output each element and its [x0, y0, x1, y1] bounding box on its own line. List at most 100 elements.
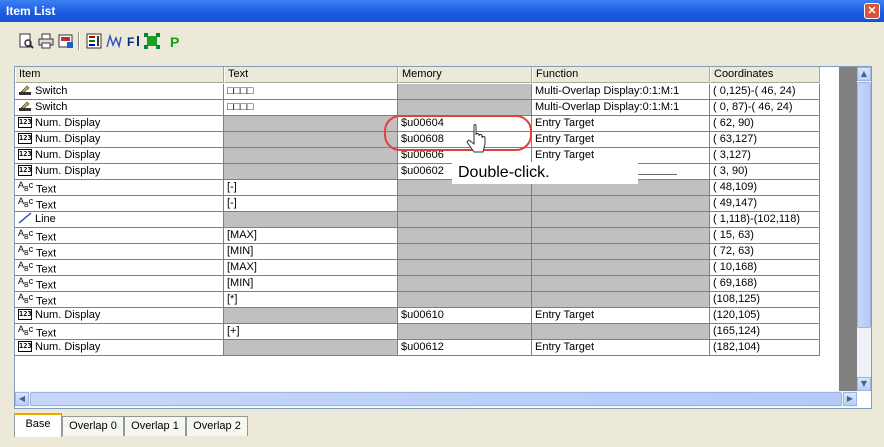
cell-function[interactable] — [532, 196, 710, 212]
table-row[interactable]: ABc Text [MIN]( 69,168) — [15, 276, 820, 292]
cell-item[interactable]: 123 Num. Display — [15, 340, 224, 356]
cell-coordinates[interactable]: ( 3,127) — [710, 148, 820, 164]
vertical-scroll-thumb[interactable] — [857, 82, 871, 328]
horizontal-scroll-thumb[interactable] — [30, 392, 842, 406]
table-row[interactable]: 123 Num. Display $u00610 Entry Target (120,1… — [15, 308, 820, 324]
table-row[interactable]: ABc Text [MAX]( 15, 63) — [15, 228, 820, 244]
scroll-down-icon[interactable]: ▼ — [857, 377, 871, 391]
cell-coordinates[interactable]: ( 49,147) — [710, 196, 820, 212]
cell-function[interactable] — [532, 228, 710, 244]
cell-text[interactable] — [224, 132, 398, 148]
scroll-up-icon[interactable]: ▲ — [857, 67, 871, 81]
cell-text[interactable]: [MAX] — [224, 260, 398, 276]
cell-item[interactable]: ABc Text — [15, 276, 224, 292]
table-row[interactable]: Line ( 1,118)-(102,118) — [15, 212, 820, 228]
cell-memory[interactable] — [398, 228, 532, 244]
cell-text[interactable]: [-] — [224, 196, 398, 212]
cell-memory[interactable]: $u00612 — [398, 340, 532, 356]
cell-item[interactable]: 123 Num. Display — [15, 116, 224, 132]
cell-memory[interactable] — [398, 292, 532, 308]
cell-memory[interactable] — [398, 196, 532, 212]
cell-text[interactable] — [224, 340, 398, 356]
table-row[interactable]: Switch □□□□ Multi-Overlap Display:0:1:M:1(… — [15, 84, 820, 100]
table-row[interactable]: 123 Num. Display $u00602( 3, 90) — [15, 164, 820, 180]
table-row[interactable]: ABc Text [-] ( 49,147) — [15, 196, 820, 212]
cell-memory[interactable] — [398, 260, 532, 276]
cell-coordinates[interactable]: ( 62, 90) — [710, 116, 820, 132]
cell-memory[interactable] — [398, 84, 532, 100]
tab-overlap-2[interactable]: Overlap 2 — [186, 416, 248, 436]
cell-function[interactable] — [532, 324, 710, 340]
cell-item[interactable]: Switch — [15, 84, 224, 100]
filter-icon[interactable]: F — [126, 33, 142, 49]
cell-function[interactable] — [532, 212, 710, 228]
cell-item[interactable]: ABc Text — [15, 180, 224, 196]
cell-coordinates[interactable]: (120,105) — [710, 308, 820, 324]
cell-memory[interactable] — [398, 324, 532, 340]
print-icon[interactable] — [38, 33, 54, 49]
cell-item[interactable]: 123 Num. Display — [15, 308, 224, 324]
cell-function[interactable]: Multi-Overlap Display:0:1:M:1 — [532, 84, 710, 100]
cell-function[interactable] — [532, 244, 710, 260]
tab-overlap-0[interactable]: Overlap 0 — [62, 416, 124, 436]
column-header-function[interactable]: Function — [532, 67, 710, 83]
cell-text[interactable]: [MIN] — [224, 276, 398, 292]
cell-function[interactable]: Entry Target — [532, 340, 710, 356]
table-row[interactable]: 123 Num. Display $u00612 Entry Target (182,1… — [15, 340, 820, 356]
cell-text[interactable]: □□□□ — [224, 100, 398, 116]
cell-coordinates[interactable]: (182,104) — [710, 340, 820, 356]
cell-coordinates[interactable]: ( 1,118)-(102,118) — [710, 212, 820, 228]
cell-item[interactable]: 123 Num. Display — [15, 148, 224, 164]
column-header-memory[interactable]: Memory — [398, 67, 532, 83]
save-image-icon[interactable] — [58, 33, 74, 49]
cell-function[interactable]: Entry Target — [532, 132, 710, 148]
cell-coordinates[interactable]: ( 0, 87)-( 46, 24) — [710, 100, 820, 116]
cell-text[interactable]: □□□□ — [224, 84, 398, 100]
list-view-icon[interactable] — [86, 33, 102, 49]
cell-coordinates[interactable]: ( 10,168) — [710, 260, 820, 276]
cell-function[interactable]: Entry Target — [532, 308, 710, 324]
cell-memory[interactable] — [398, 212, 532, 228]
cell-text[interactable]: [+] — [224, 324, 398, 340]
cell-coordinates[interactable]: ( 72, 63) — [710, 244, 820, 260]
scroll-left-icon[interactable]: ◀ — [15, 392, 29, 406]
close-icon[interactable]: ✕ — [864, 3, 880, 19]
cell-coordinates[interactable]: ( 0,125)-( 46, 24) — [710, 84, 820, 100]
cell-text[interactable]: [MAX] — [224, 228, 398, 244]
cell-function[interactable] — [532, 260, 710, 276]
table-row[interactable]: ABc Text [+] (165,124) — [15, 324, 820, 340]
waveform-icon[interactable] — [106, 33, 122, 49]
cell-coordinates[interactable]: ( 48,109) — [710, 180, 820, 196]
cell-coordinates[interactable]: ( 63,127) — [710, 132, 820, 148]
select-icon[interactable] — [144, 33, 160, 49]
cell-text[interactable]: [-] — [224, 180, 398, 196]
scroll-right-icon[interactable]: ▶ — [843, 392, 857, 406]
cell-item[interactable]: ABc Text — [15, 244, 224, 260]
vertical-scrollbar[interactable]: ▲ ▼ — [857, 67, 871, 391]
cell-coordinates[interactable]: (108,125) — [710, 292, 820, 308]
cell-memory[interactable]: $u00610 — [398, 308, 532, 324]
cell-memory[interactable] — [398, 276, 532, 292]
cell-function[interactable] — [532, 292, 710, 308]
cell-text[interactable] — [224, 116, 398, 132]
cell-coordinates[interactable]: (165,124) — [710, 324, 820, 340]
table-row[interactable]: ABc Text [MIN] ( 72, 63) — [15, 244, 820, 260]
cell-memory[interactable] — [398, 244, 532, 260]
cell-text[interactable]: [*] — [224, 292, 398, 308]
horizontal-scrollbar[interactable]: ◀ ▶ — [15, 391, 857, 407]
table-row[interactable]: ABc Text [*] (108,125) — [15, 292, 820, 308]
cell-item[interactable]: ABc Text — [15, 324, 224, 340]
cell-coordinates[interactable]: ( 3, 90) — [710, 164, 820, 180]
column-header-text[interactable]: Text — [224, 67, 398, 83]
table-row[interactable]: Switch □□□□ Multi-Overlap Display:0:1:M:1(… — [15, 100, 820, 116]
table-row[interactable]: ABc Text [-] ( 48,109) — [15, 180, 820, 196]
cell-item[interactable]: Switch — [15, 100, 224, 116]
cell-function[interactable] — [532, 276, 710, 292]
tab-base[interactable]: Base — [14, 413, 62, 437]
column-header-coordinates[interactable]: Coordinates — [710, 67, 820, 83]
column-header-item[interactable]: Item — [15, 67, 224, 83]
cell-item[interactable]: ABc Text — [15, 260, 224, 276]
cell-item[interactable]: 123 Num. Display — [15, 132, 224, 148]
cell-item[interactable]: ABc Text — [15, 196, 224, 212]
cell-text[interactable]: [MIN] — [224, 244, 398, 260]
